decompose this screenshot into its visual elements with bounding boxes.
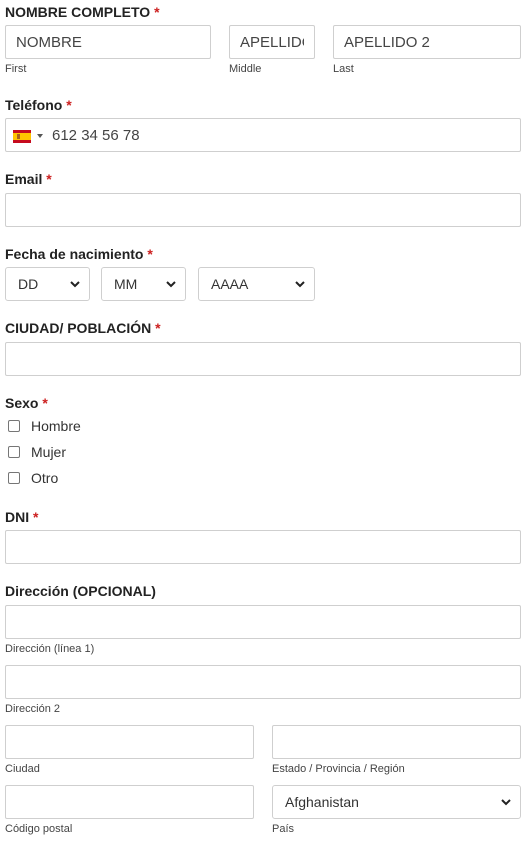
country-select[interactable]: Afghanistan <box>272 785 521 819</box>
email-input[interactable] <box>5 193 521 227</box>
required-mark: * <box>42 395 48 411</box>
dropdown-caret-icon <box>37 134 43 138</box>
phone-label: Teléfono * <box>5 97 72 113</box>
registration-form: NOMBRE COMPLETO * First Middle Last Telé… <box>0 0 526 844</box>
chevron-down-icon <box>501 799 511 806</box>
sex-label-text: Sexo <box>5 395 39 411</box>
full-name-label-text: NOMBRE COMPLETO <box>5 4 151 20</box>
phone-label-text: Teléfono <box>5 97 63 113</box>
birth-date-label: Fecha de nacimiento * <box>5 246 153 262</box>
mujer-checkbox[interactable] <box>8 446 20 458</box>
address-city-input[interactable] <box>5 725 254 759</box>
phone-input[interactable] <box>46 119 516 151</box>
last-name-input[interactable] <box>333 25 521 59</box>
address-state-input[interactable] <box>272 725 521 759</box>
address-line1-sublabel: Dirección (línea 1) <box>5 643 95 655</box>
middle-name-input[interactable] <box>229 25 315 59</box>
country-value: Afghanistan <box>285 794 359 810</box>
country-code-selector[interactable] <box>13 129 45 143</box>
required-mark: * <box>147 246 153 262</box>
address-zip-input[interactable] <box>5 785 254 819</box>
middle-name-sublabel: Middle <box>229 63 262 75</box>
address-label: Dirección (OPCIONAL) <box>5 583 156 599</box>
sex-option-mujer[interactable]: Mujer <box>8 444 66 460</box>
city-town-label-text: CIUDAD/ POBLACIÓN <box>5 320 152 336</box>
address-line1-input[interactable] <box>5 605 521 639</box>
otro-label: Otro <box>31 470 59 486</box>
dni-label-text: DNI <box>5 509 30 525</box>
birth-month-value: MM <box>114 276 138 292</box>
city-town-label: CIUDAD/ POBLACIÓN * <box>5 320 161 336</box>
birth-year-value: AAAA <box>211 276 249 292</box>
birth-day-value: DD <box>18 276 39 292</box>
country-sublabel: País <box>272 823 295 835</box>
full-name-label: NOMBRE COMPLETO * <box>5 4 160 20</box>
spain-flag-icon <box>13 129 31 143</box>
birth-year-select[interactable]: AAAA <box>198 267 315 301</box>
chevron-down-icon <box>295 281 305 288</box>
city-town-input[interactable] <box>5 342 521 376</box>
last-name-sublabel: Last <box>333 63 354 75</box>
dni-label: DNI * <box>5 509 38 525</box>
sex-label: Sexo * <box>5 395 48 411</box>
hombre-checkbox[interactable] <box>8 420 20 432</box>
address-city-sublabel: Ciudad <box>5 763 40 775</box>
birth-month-select[interactable]: MM <box>101 267 186 301</box>
first-name-sublabel: First <box>5 63 27 75</box>
email-label: Email * <box>5 171 52 187</box>
required-mark: * <box>155 320 161 336</box>
address-line2-input[interactable] <box>5 665 521 699</box>
first-name-input[interactable] <box>5 25 211 59</box>
otro-checkbox[interactable] <box>8 472 20 484</box>
address-line2-sublabel: Dirección 2 <box>5 703 61 715</box>
chevron-down-icon <box>70 281 80 288</box>
chevron-down-icon <box>166 281 176 288</box>
required-mark: * <box>33 509 39 525</box>
address-state-sublabel: Estado / Provincia / Región <box>272 763 405 775</box>
sex-option-hombre[interactable]: Hombre <box>8 418 81 434</box>
required-mark: * <box>46 171 52 187</box>
birth-day-select[interactable]: DD <box>5 267 90 301</box>
birth-date-label-text: Fecha de nacimiento <box>5 246 144 262</box>
email-label-text: Email <box>5 171 43 187</box>
required-mark: * <box>154 4 160 20</box>
required-mark: * <box>66 97 72 113</box>
address-zip-sublabel: Código postal <box>5 823 73 835</box>
mujer-label: Mujer <box>31 444 67 460</box>
phone-field <box>5 118 521 152</box>
dni-input[interactable] <box>5 530 521 564</box>
sex-option-otro[interactable]: Otro <box>8 470 58 486</box>
hombre-label: Hombre <box>31 418 81 434</box>
